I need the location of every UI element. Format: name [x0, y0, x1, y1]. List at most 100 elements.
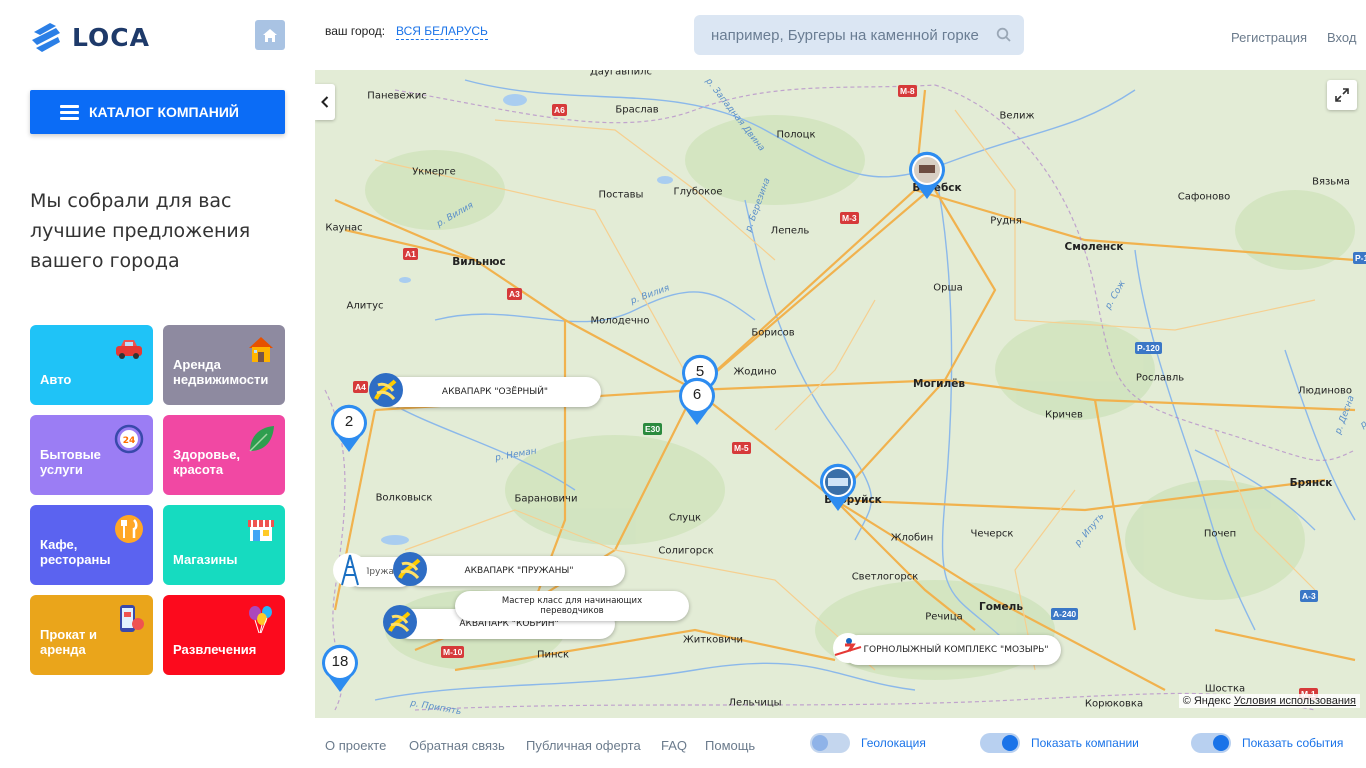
city-label: Вязьма: [1312, 176, 1350, 188]
cluster-count: 6: [692, 386, 702, 403]
svg-text:24: 24: [123, 436, 136, 446]
category-tile[interactable]: Кафе, рестораны: [30, 505, 153, 585]
city-label: Житковичи: [682, 634, 744, 646]
event-bubble-label: ГОРНОЛЫЖНЫЙ КОМПЛЕКС "МОЗЫРЬ": [863, 645, 1049, 655]
city-label: Каунас: [325, 222, 363, 234]
logo[interactable]: LOCA: [30, 20, 150, 54]
register-link[interactable]: Регистрация: [1231, 30, 1307, 45]
footer-link[interactable]: Помощь: [705, 738, 755, 753]
cluster-marker[interactable]: 2: [329, 404, 369, 454]
toggle-knob: [1213, 735, 1229, 751]
city-label: Шостка: [1204, 683, 1246, 695]
city-label: Речица: [925, 611, 963, 623]
event-bubble[interactable]: АКВАПАРК "ОЗЁРНЫЙ": [369, 373, 601, 407]
terms-link[interactable]: Условия использования: [1234, 695, 1356, 707]
map-attribution: © Яндекс Условия использования: [1178, 694, 1360, 708]
city-label: Борисов: [751, 327, 795, 339]
logo-icon: [32, 23, 60, 52]
login-link[interactable]: Вход: [1327, 30, 1356, 45]
road-number: Р-1: [1353, 252, 1366, 264]
city-label: Лельчицы: [728, 697, 782, 709]
collapse-sidebar-button[interactable]: [315, 84, 335, 120]
city-label: Волковыск: [375, 492, 433, 504]
category-label: Кафе, рестораны: [40, 537, 111, 567]
road-number: А4: [353, 381, 368, 393]
road-number: М-10: [441, 646, 465, 658]
ski-icon: [829, 629, 867, 667]
aquapark-icon: [367, 371, 405, 409]
toggle-switch[interactable]: [810, 733, 850, 753]
toggle-switch[interactable]: [980, 733, 1020, 753]
road-number: А6: [552, 104, 567, 116]
cluster-count: 18: [331, 653, 349, 670]
city-label: Молодечно: [590, 315, 650, 327]
road-number: М-3: [840, 212, 859, 224]
category-tile[interactable]: 24 Бытовые услуги: [30, 415, 153, 495]
fullscreen-button[interactable]: [1327, 80, 1357, 110]
city-label: Велиж: [999, 110, 1035, 122]
toggle-switch[interactable]: [1191, 733, 1231, 753]
event-bubble[interactable]: ГОРНОЛЫЖНЫЙ КОМПЛЕКС "МОЗЫРЬ": [833, 633, 1061, 665]
city-label: Алитус: [346, 300, 384, 312]
city-label: Глубокое: [673, 186, 723, 198]
car-icon: [113, 333, 145, 365]
catalog-button[interactable]: КАТАЛОГ КОМПАНИЙ: [30, 90, 285, 134]
aquapark-icon: [381, 603, 419, 641]
balloons-icon: [245, 603, 277, 635]
city-label: Чечерск: [970, 528, 1014, 540]
event-bubble[interactable]: АКВАПАРК "ПРУЖАНЫ": [393, 552, 625, 586]
toggle-label: Показать события: [1242, 736, 1344, 750]
photo-marker[interactable]: [818, 463, 858, 513]
road-number: М-5: [732, 442, 751, 454]
city-label: Людиново: [1297, 385, 1353, 397]
footer-link[interactable]: О проекте: [325, 738, 386, 753]
city-label: Слуцк: [668, 512, 702, 524]
footer: О проекте Обратная связь Публичная оферта F…: [315, 718, 1366, 768]
footer-link[interactable]: FAQ: [661, 738, 687, 753]
city-selector[interactable]: ВСЯ БЕЛАРУСЬ: [396, 24, 488, 40]
toggle-label: Геолокация: [861, 736, 926, 750]
search-icon[interactable]: [996, 27, 1012, 43]
search-input[interactable]: [694, 15, 984, 55]
leaf-icon: [245, 423, 277, 455]
footer-link[interactable]: Публичная оферта: [526, 738, 641, 753]
category-tile[interactable]: Авто: [30, 325, 153, 405]
city-label: Солигорск: [658, 545, 714, 557]
category-tile[interactable]: Магазины: [163, 505, 285, 585]
tagline: Мы собрали для вас лучшие предложения ва…: [30, 190, 251, 272]
phone-rental-icon: [113, 603, 145, 635]
city-label: Орша: [933, 282, 963, 294]
city-label: Укмерге: [412, 166, 456, 178]
category-label: Здоровье, красота: [173, 447, 241, 477]
city-label: Рудня: [990, 215, 1022, 227]
cluster-marker[interactable]: 6: [677, 377, 717, 427]
city-label: Могилёв: [913, 378, 965, 390]
photo-marker[interactable]: [907, 151, 947, 201]
cluster-count: 2: [344, 413, 354, 430]
city-label: Жодино: [733, 366, 777, 378]
road-number: Р-120: [1135, 342, 1162, 354]
map[interactable]: Даугавпилс Паневежис Браслав Полоцк Велиж Укм…: [315, 70, 1366, 718]
road-number: М-8: [898, 85, 917, 97]
city-label: Корюковка: [1084, 698, 1144, 710]
road-number: А-3: [1300, 590, 1318, 602]
logo-text: LOCA: [72, 22, 150, 52]
city-label: Сафоново: [1177, 191, 1231, 203]
event-bubble[interactable]: Мастер класс для начинающих переводчиков: [455, 591, 689, 621]
city-label: Рославль: [1135, 372, 1185, 384]
city-label: Полоцк: [776, 129, 816, 141]
category-tile[interactable]: Аренда недвижимости: [163, 325, 285, 405]
home-button[interactable]: [255, 20, 285, 50]
city-label: Кричев: [1045, 409, 1083, 421]
category-label: Аренда недвижимости: [173, 357, 269, 387]
city-label: Светлогорск: [851, 571, 919, 583]
cluster-marker[interactable]: 18: [320, 644, 360, 694]
menu-icon: [60, 104, 79, 120]
sidebar: LOCA КАТАЛОГ КОМПАНИЙ Мы собрали для вас…: [0, 0, 315, 768]
category-tile[interactable]: Прокат и аренда: [30, 595, 153, 675]
category-tile[interactable]: Здоровье, красота: [163, 415, 285, 495]
footer-link[interactable]: Обратная связь: [409, 738, 505, 753]
category-tile[interactable]: Развлечения: [163, 595, 285, 675]
24h-service-icon: 24: [113, 423, 145, 455]
chevron-left-icon: [321, 96, 329, 108]
